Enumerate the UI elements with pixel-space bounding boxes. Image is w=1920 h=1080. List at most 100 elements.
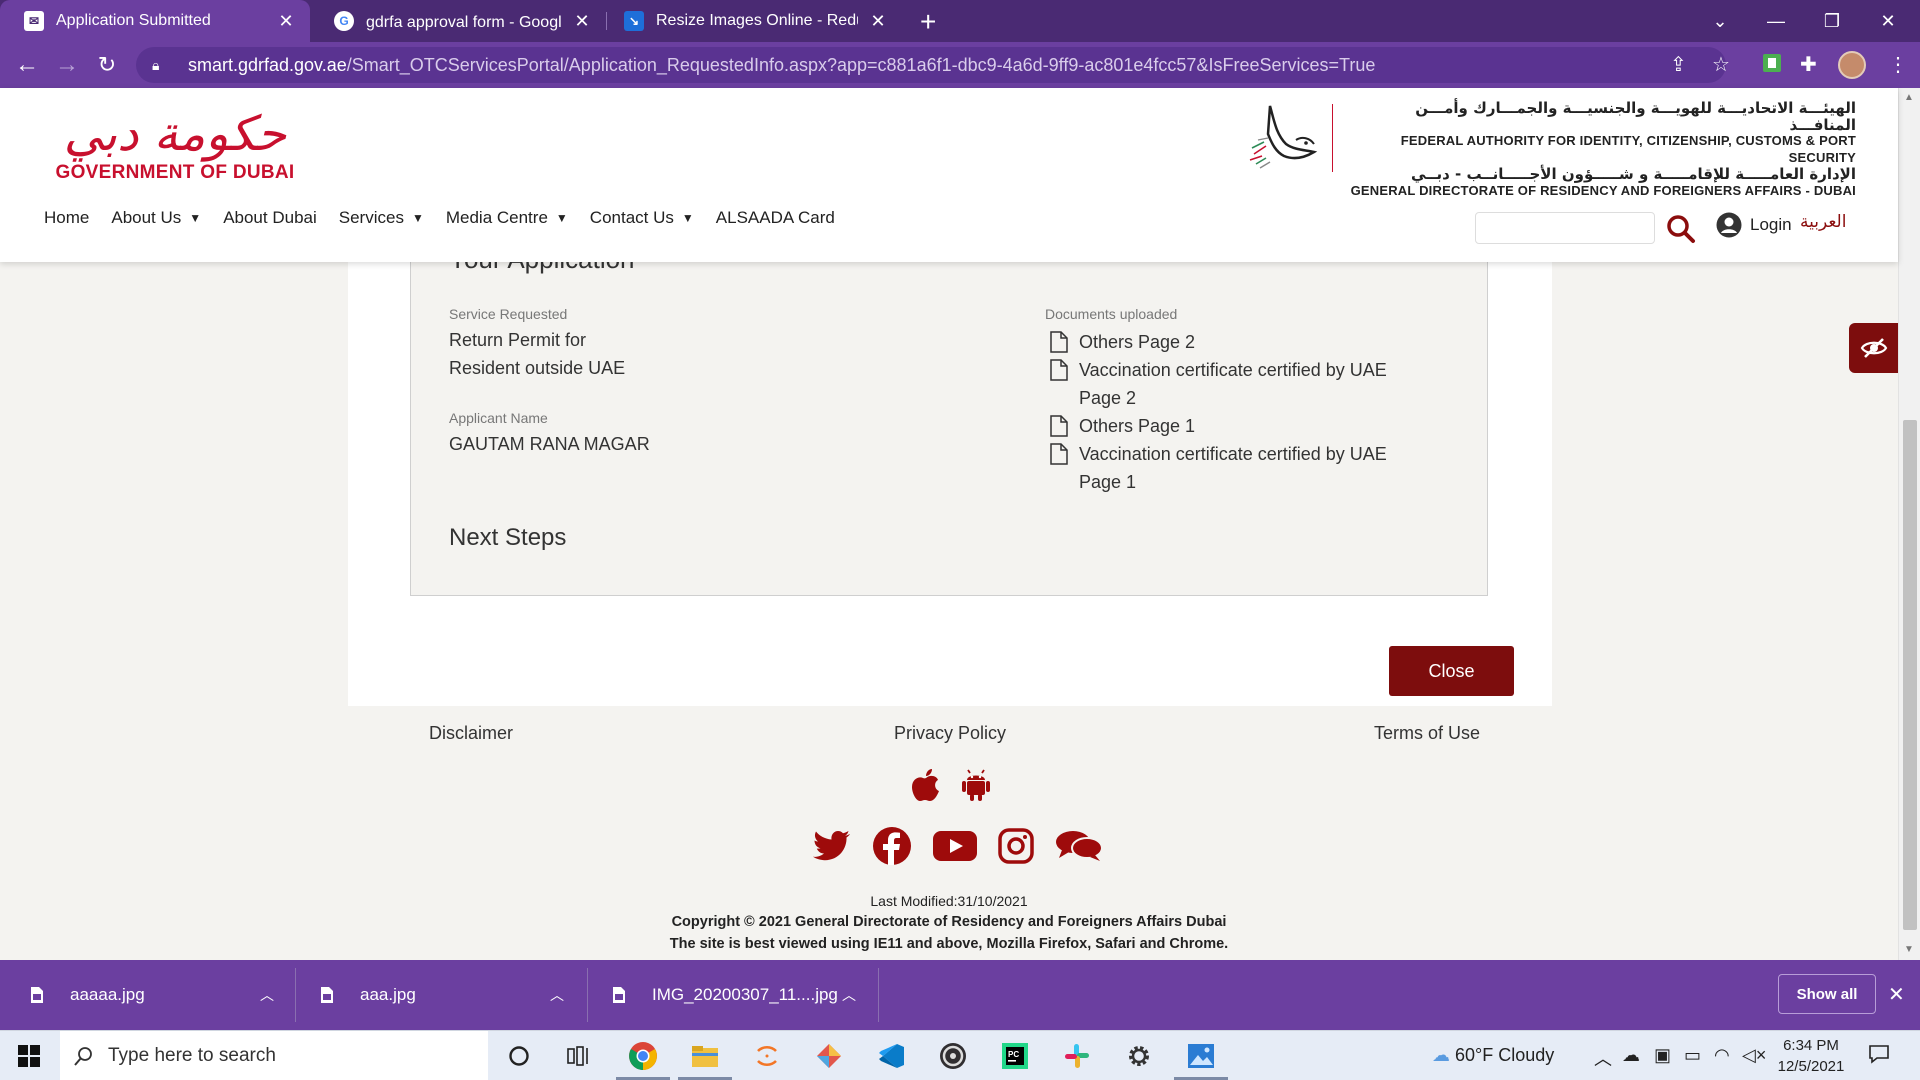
task-view-icon[interactable]: [562, 1039, 596, 1073]
nav-alsaada-card[interactable]: ALSAADA Card: [716, 208, 835, 228]
download-options-chevron-icon[interactable]: ︿: [550, 985, 564, 1005]
service-requested-value: Return Permit for Resident outside UAE: [449, 326, 625, 382]
forward-arrow-icon[interactable]: →: [52, 50, 82, 80]
cortana-icon[interactable]: [502, 1039, 536, 1073]
search-placeholder: Type here to search: [108, 1045, 276, 1066]
browser-menu-icon[interactable]: ⋮: [1888, 52, 1908, 77]
tab-resize-images[interactable]: ↘ Resize Images Online - Reduce JP ✕: [600, 0, 902, 42]
obs-icon[interactable]: [936, 1039, 970, 1073]
download-item[interactable]: aaaaa.jpg ︿: [30, 960, 276, 1030]
notifications-icon[interactable]: [1868, 1043, 1890, 1070]
new-tab-button[interactable]: +: [920, 6, 936, 38]
jupyter-icon[interactable]: [750, 1039, 784, 1073]
scroll-up-arrow-icon[interactable]: ▲: [1904, 92, 1914, 103]
nav-contact-us[interactable]: Contact Us ▼: [590, 208, 694, 228]
onedrive-icon[interactable]: ☁: [1622, 1045, 1640, 1066]
gdrfa-logo[interactable]: الهيئـــة الاتحاديـــة للهويـــة والجنسي…: [1240, 100, 1860, 198]
youtube-icon[interactable]: [932, 829, 978, 863]
nav-home[interactable]: Home: [44, 208, 89, 228]
weather-widget[interactable]: ☁ 60°F Cloudy: [1432, 1045, 1554, 1066]
close-tab-icon[interactable]: ✕: [276, 11, 296, 32]
profile-avatar[interactable]: [1838, 51, 1866, 79]
page-scrollbar[interactable]: ▲ ▼: [1898, 88, 1920, 960]
download-item[interactable]: aaa.jpg ︿: [320, 960, 566, 1030]
git-kraken-icon[interactable]: [812, 1039, 846, 1073]
tab-gdrfa-approval-form[interactable]: G gdrfa approval form - Google खो ✕: [310, 0, 606, 42]
address-bar[interactable]: 🔒︎ smart.gdrfad.gov.ae/Smart_OTCServices…: [136, 47, 1726, 83]
bookmark-star-icon[interactable]: ☆: [1712, 52, 1730, 77]
document-item[interactable]: Vaccination certificate certified by UAE…: [1049, 356, 1429, 412]
settings-gear-icon[interactable]: [1122, 1039, 1156, 1073]
instagram-icon[interactable]: [998, 828, 1034, 864]
download-item[interactable]: IMG_20200307_11....jpg ︿: [612, 960, 858, 1030]
service-requested-label: Service Requested: [449, 306, 568, 322]
document-item[interactable]: Others Page 1: [1049, 412, 1429, 440]
tab-title: Application Submitted: [56, 12, 211, 29]
nav-label: About Dubai: [223, 208, 317, 227]
arabic-language-link[interactable]: العربية: [1800, 212, 1846, 232]
reload-icon[interactable]: ↻: [92, 50, 122, 80]
windows-start-icon[interactable]: [18, 1045, 40, 1067]
scroll-down-arrow-icon[interactable]: ▼: [1904, 944, 1914, 955]
scroll-thumb[interactable]: [1903, 420, 1917, 930]
taskbar-search-box[interactable]: Type here to search: [60, 1031, 488, 1080]
privacy-policy-link[interactable]: Privacy Policy: [894, 723, 1006, 744]
system-clock[interactable]: 6:34 PM 12/5/2021: [1766, 1035, 1856, 1077]
login-link[interactable]: Login: [1716, 212, 1792, 238]
page-favicon-icon: ✉: [24, 11, 44, 31]
close-downloads-bar-icon[interactable]: ✕: [1888, 982, 1905, 1007]
wifi-icon[interactable]: ◠: [1714, 1045, 1730, 1066]
show-hidden-icons-chevron-icon[interactable]: ︿: [1594, 1045, 1612, 1071]
nav-about-us[interactable]: About Us ▼: [111, 208, 201, 228]
chrome-icon[interactable]: [616, 1039, 670, 1080]
document-name: Vaccination certificate certified by UAE: [1079, 360, 1387, 380]
document-item[interactable]: Vaccination certificate certified by UAE…: [1049, 440, 1429, 496]
pycharm-icon[interactable]: PC: [998, 1039, 1032, 1073]
back-arrow-icon[interactable]: ←: [12, 50, 42, 80]
disclaimer-link[interactable]: Disclaimer: [429, 723, 513, 744]
extensions-puzzle-icon[interactable]: ✚: [1800, 52, 1817, 77]
live-chat-icon[interactable]: [1054, 829, 1104, 863]
facebook-icon[interactable]: [872, 826, 912, 866]
tab-application-submitted[interactable]: ✉ Application Submitted ✕: [0, 0, 310, 42]
window-close-button[interactable]: ✕: [1860, 0, 1916, 42]
minimize-button[interactable]: —: [1748, 0, 1804, 42]
document-name: Others Page 1: [1079, 416, 1196, 436]
nav-services[interactable]: Services ▼: [339, 208, 424, 228]
vscode-icon[interactable]: [874, 1039, 908, 1073]
close-button[interactable]: Close: [1389, 646, 1514, 696]
terms-of-use-link[interactable]: Terms of Use: [1374, 723, 1480, 744]
service-line: Resident outside UAE: [449, 358, 626, 378]
android-icon[interactable]: [960, 768, 992, 802]
government-of-dubai-logo[interactable]: حكومة دبي GOVERNMENT OF DUBAI: [52, 102, 298, 184]
application-panel: Your Application Service Requested Retur…: [410, 244, 1488, 596]
tab-search-chevron-icon[interactable]: ⌄: [1692, 0, 1748, 42]
image-file-icon: [321, 987, 333, 1003]
close-tab-icon[interactable]: ✕: [868, 11, 888, 32]
download-options-chevron-icon[interactable]: ︿: [260, 985, 274, 1005]
file-explorer-icon[interactable]: [678, 1039, 732, 1080]
twitter-icon[interactable]: [812, 829, 852, 863]
extension-green-icon[interactable]: [1762, 53, 1782, 79]
photos-icon[interactable]: [1174, 1039, 1228, 1080]
slack-icon[interactable]: [1060, 1039, 1094, 1073]
nav-label: Media Centre: [445, 208, 548, 227]
accessibility-toggle[interactable]: [1849, 323, 1898, 373]
meet-now-icon[interactable]: ▣: [1654, 1045, 1671, 1066]
nav-about-dubai[interactable]: About Dubai: [223, 208, 317, 228]
download-options-chevron-icon[interactable]: ︿: [842, 985, 856, 1005]
document-name-continued: Page 1: [1079, 472, 1137, 492]
restore-button[interactable]: ❐: [1804, 0, 1860, 42]
nav-media-centre[interactable]: Media Centre ▼: [446, 208, 568, 228]
search-icon[interactable]: [1666, 214, 1696, 244]
volume-muted-icon[interactable]: ◁×: [1742, 1045, 1766, 1066]
share-icon[interactable]: ⇪: [1670, 52, 1687, 77]
show-all-downloads-button[interactable]: Show all: [1778, 974, 1876, 1014]
document-item[interactable]: Others Page 2: [1049, 328, 1429, 356]
battery-icon[interactable]: ▭: [1684, 1045, 1701, 1066]
file-icon: [1050, 331, 1068, 353]
close-tab-icon[interactable]: ✕: [572, 11, 592, 32]
apple-icon[interactable]: [910, 768, 942, 802]
site-search-input[interactable]: [1475, 212, 1655, 244]
windows-taskbar: Type here to search PC ☁ 60°F Cloudy ︿ ☁…: [0, 1030, 1920, 1080]
